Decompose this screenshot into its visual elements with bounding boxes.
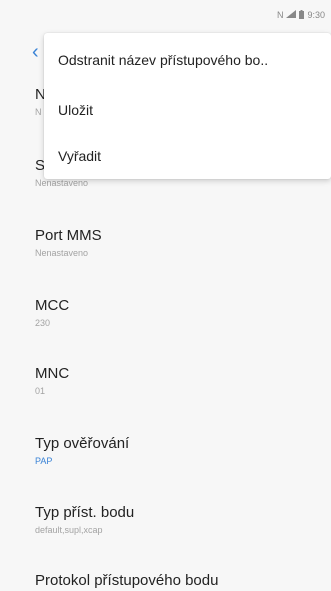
row-value: PAP bbox=[35, 456, 53, 466]
row-value: Nenastaveno bbox=[35, 248, 89, 258]
nfc-icon: N bbox=[276, 10, 284, 20]
battery-icon bbox=[299, 9, 305, 21]
settings-row-apn-protocol[interactable]: Protokol přístupového bodu bbox=[35, 572, 321, 590]
settings-row-mnc[interactable]: MNC 01 bbox=[35, 365, 321, 397]
row-title: MNC bbox=[35, 365, 70, 382]
settings-row-auth-type[interactable]: Typ ověřování PAP bbox=[35, 435, 321, 467]
menu-item-save[interactable]: Uložit bbox=[58, 101, 323, 119]
row-value: 01 bbox=[35, 386, 46, 396]
menu-item-discard[interactable]: Vyřadit bbox=[58, 147, 323, 165]
settings-row-mcc[interactable]: MCC 230 bbox=[35, 297, 321, 329]
row-value: default,supl,xcap bbox=[35, 525, 103, 535]
row-title: Typ ověřování bbox=[35, 435, 130, 452]
overflow-menu: Odstranit název přístupového bo.. Uložit… bbox=[44, 33, 331, 179]
row-title: Port MMS bbox=[35, 227, 102, 244]
settings-row-apn-type[interactable]: Typ příst. bodu default,supl,xcap bbox=[35, 504, 321, 536]
row-value: 230 bbox=[35, 318, 51, 328]
back-arrow-icon[interactable]: ‹ bbox=[32, 42, 39, 62]
row-title: Protokol přístupového bodu bbox=[35, 572, 219, 589]
status-bar: N 9:30 bbox=[0, 0, 331, 30]
settings-row-port-mms[interactable]: Port MMS Nenastaveno bbox=[35, 227, 321, 259]
signal-icon bbox=[286, 10, 297, 20]
row-title: Typ příst. bodu bbox=[35, 504, 135, 521]
menu-item-delete-apn[interactable]: Odstranit název přístupového bo.. bbox=[58, 51, 323, 69]
row-title: MCC bbox=[35, 297, 70, 314]
status-time: 9:30 bbox=[307, 10, 325, 20]
